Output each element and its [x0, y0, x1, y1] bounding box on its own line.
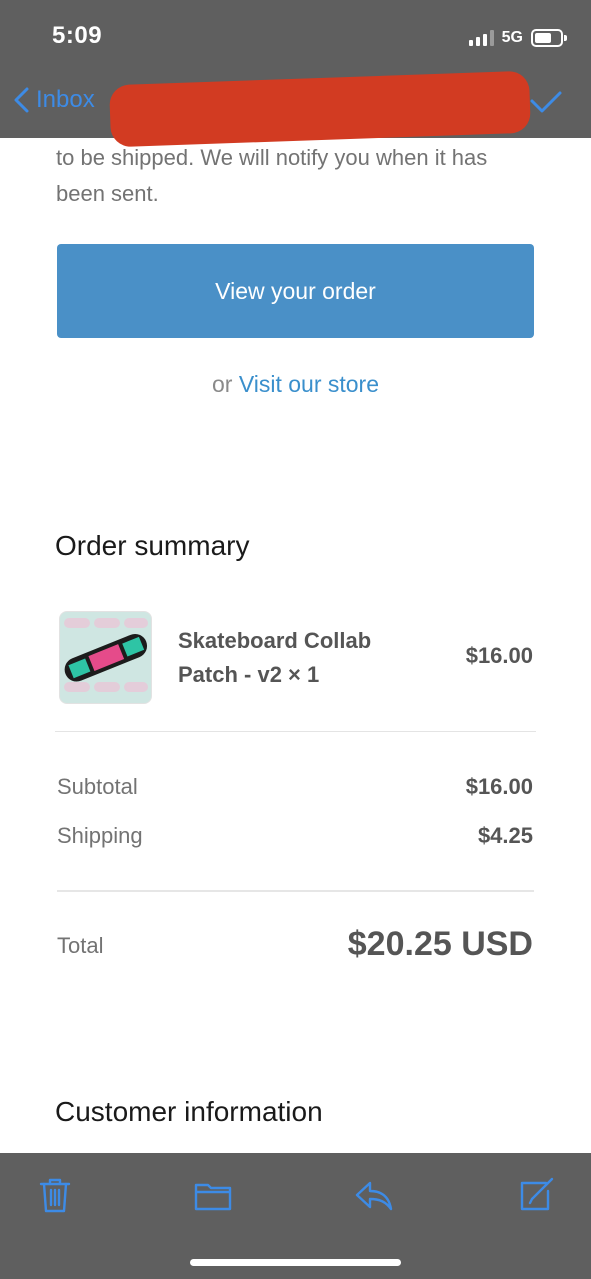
- status-time: 5:09: [52, 22, 103, 49]
- or-text: or: [211, 371, 233, 397]
- trash-icon[interactable]: [35, 1175, 75, 1215]
- signal-icon: [468, 30, 494, 46]
- chevron-left-icon: [14, 87, 29, 113]
- total-label: Total: [57, 933, 104, 958]
- subtotal-value: $16.00: [465, 774, 533, 799]
- top-chrome: 5:09 5G Inbox: [0, 0, 591, 148]
- compose-icon[interactable]: [516, 1175, 556, 1215]
- home-indicator[interactable]: [190, 1259, 401, 1266]
- battery-icon: [531, 29, 567, 47]
- shipping-label: Shipping: [57, 823, 143, 848]
- reply-icon[interactable]: [354, 1175, 394, 1215]
- subtotal-label: Subtotal: [57, 774, 138, 799]
- divider: [55, 731, 536, 732]
- product-name: Skateboard Collab Patch - v2 × 1: [178, 628, 372, 687]
- shipping-value: $4.25: [477, 823, 533, 848]
- product-price: $16.00: [465, 643, 533, 668]
- folder-icon[interactable]: [193, 1175, 233, 1215]
- store-link-row: or Visit our store: [0, 371, 591, 398]
- status-indicators: 5G: [468, 26, 567, 50]
- divider: [57, 890, 534, 892]
- customer-info-title: Customer information: [55, 1096, 323, 1127]
- network-label: 5G: [501, 29, 523, 46]
- shipping-notice-text: to be shipped. We will notify you when i…: [56, 145, 488, 206]
- view-order-button[interactable]: View your order: [57, 244, 534, 338]
- checkmark-icon: [530, 91, 562, 113]
- total-value: $20.25 USD: [347, 925, 533, 963]
- back-label: Inbox: [36, 86, 95, 113]
- order-summary-title: Order summary: [55, 530, 250, 561]
- back-button[interactable]: Inbox: [12, 86, 95, 114]
- product-image: [59, 611, 152, 704]
- done-button[interactable]: [529, 90, 563, 121]
- visit-store-link[interactable]: Visit our store: [239, 371, 379, 397]
- redacted-subject: [109, 70, 531, 148]
